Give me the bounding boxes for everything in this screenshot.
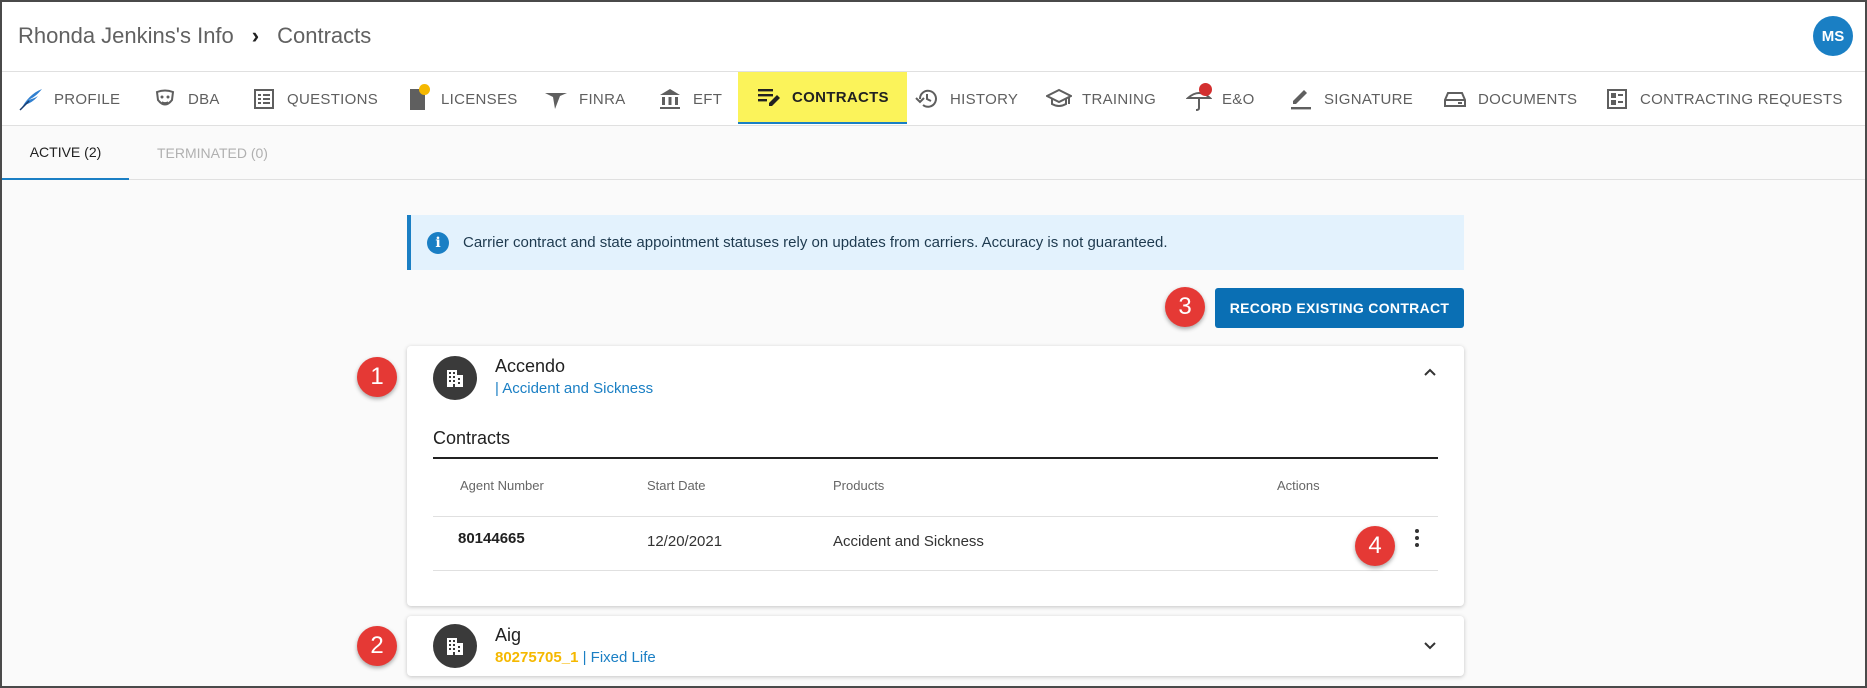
tab-contracts[interactable]: CONTRACTS	[738, 72, 907, 124]
tab-questions[interactable]: QUESTIONS	[251, 72, 378, 126]
tab-dba[interactable]: DBA	[152, 72, 220, 126]
product-label: | Fixed Life	[578, 649, 656, 666]
agent-number-cell: 80144665	[458, 530, 525, 547]
carrier-subtitle: | Accident and Sickness	[495, 380, 654, 397]
tab-contracting-requests[interactable]: CONTRACTING REQUESTS	[1604, 72, 1843, 126]
tab-documents[interactable]: DOCUMENTS	[1442, 72, 1577, 126]
mask-icon	[152, 86, 178, 112]
callout-marker-3: 3	[1165, 287, 1205, 327]
more-actions-icon[interactable]	[1407, 524, 1427, 552]
breadcrumb-separator: ›	[251, 22, 260, 48]
tab-label: PROFILE	[54, 90, 121, 108]
info-alert: i Carrier contract and state appointment…	[407, 215, 1464, 270]
record-existing-contract-button[interactable]: RECORD EXISTING CONTRACT	[1215, 288, 1464, 328]
carrier-name: Accendo	[495, 356, 566, 376]
contracts-section-title: Contracts	[433, 428, 511, 448]
request-list-icon	[1604, 86, 1630, 112]
tab-label: DBA	[188, 90, 220, 108]
column-header-products: Products	[833, 478, 885, 493]
nav-tabs: PROFILE DBA QUESTIONS LICENSES FINRA EFT	[0, 72, 1867, 126]
tab-label: DOCUMENTS	[1478, 90, 1578, 108]
start-date-cell: 12/20/2021	[647, 533, 723, 550]
tab-licenses[interactable]: LICENSES	[405, 72, 518, 126]
tab-label: FINRA	[579, 90, 626, 108]
products-cell: Accident and Sickness	[833, 533, 984, 550]
tab-label: QUESTIONS	[287, 90, 379, 108]
chevron-up-icon[interactable]	[1422, 364, 1438, 380]
history-icon	[914, 86, 940, 112]
alert-text: Carrier contract and state appointment s…	[463, 234, 1168, 251]
tab-signature[interactable]: SIGNATURE	[1288, 72, 1413, 126]
tab-history[interactable]: HISTORY	[914, 72, 1018, 126]
tab-label: CONTRACTS	[792, 88, 889, 106]
quill-icon	[18, 86, 44, 112]
tab-label: LICENSES	[441, 90, 518, 108]
info-icon: i	[427, 231, 449, 254]
finra-icon	[543, 86, 569, 112]
tab-eft[interactable]: EFT	[657, 72, 722, 126]
tab-terminated[interactable]: TERMINATED (0)	[157, 126, 268, 180]
tab-label: E&O	[1222, 90, 1255, 108]
row-divider	[433, 516, 1438, 517]
breadcrumb-root[interactable]: Rhonda Jenkins's Info	[18, 23, 234, 49]
pen-icon	[1288, 86, 1314, 112]
graduation-cap-icon	[1046, 86, 1072, 112]
tab-label: CONTRACTING REQUESTS	[1640, 90, 1843, 108]
carrier-subtitle: 80275705_1 | Fixed Life	[495, 649, 656, 666]
bank-icon	[657, 86, 683, 112]
carrier-card-accendo: Accendo | Accident and Sickness Contract…	[407, 346, 1464, 606]
avatar[interactable]: MS	[1813, 16, 1853, 56]
tab-e-and-o[interactable]: E&O	[1186, 72, 1255, 126]
eo-alert-dot	[1199, 83, 1212, 96]
umbrella-icon	[1186, 83, 1212, 112]
tab-label: SIGNATURE	[1324, 90, 1414, 108]
status-tabs: ACTIVE (2) TERMINATED (0)	[0, 126, 1867, 180]
column-header-agent-number: Agent Number	[460, 478, 544, 493]
callout-marker-1: 1	[357, 357, 397, 397]
tab-profile[interactable]: PROFILE	[18, 72, 120, 126]
building-icon	[433, 356, 477, 400]
tab-training[interactable]: TRAINING	[1046, 72, 1156, 126]
top-bar: Rhonda Jenkins's Info › Contracts MS	[0, 0, 1867, 72]
tab-finra[interactable]: FINRA	[543, 72, 626, 126]
row-divider	[433, 570, 1438, 571]
tray-icon	[1442, 86, 1468, 112]
section-divider	[433, 457, 1438, 459]
agent-number-link[interactable]: 80275705_1	[495, 649, 578, 666]
building-icon	[433, 624, 477, 668]
edit-note-icon	[756, 84, 782, 110]
tab-label: TRAINING	[1082, 90, 1157, 108]
tab-active[interactable]: ACTIVE (2)	[2, 126, 129, 180]
license-alert-dot	[419, 84, 430, 95]
checklist-icon	[251, 86, 277, 112]
tab-label: HISTORY	[950, 90, 1019, 108]
tab-label: EFT	[693, 90, 723, 108]
callout-marker-2: 2	[357, 626, 397, 666]
column-header-actions: Actions	[1277, 478, 1320, 493]
callout-marker-4: 4	[1355, 526, 1395, 566]
license-icon	[405, 84, 431, 112]
carrier-name: Aig	[495, 625, 522, 645]
chevron-down-icon[interactable]	[1422, 638, 1438, 654]
carrier-card-aig: Aig 80275705_1 | Fixed Life	[407, 616, 1464, 676]
column-header-start-date: Start Date	[647, 478, 706, 493]
breadcrumb-current: Contracts	[277, 22, 372, 48]
